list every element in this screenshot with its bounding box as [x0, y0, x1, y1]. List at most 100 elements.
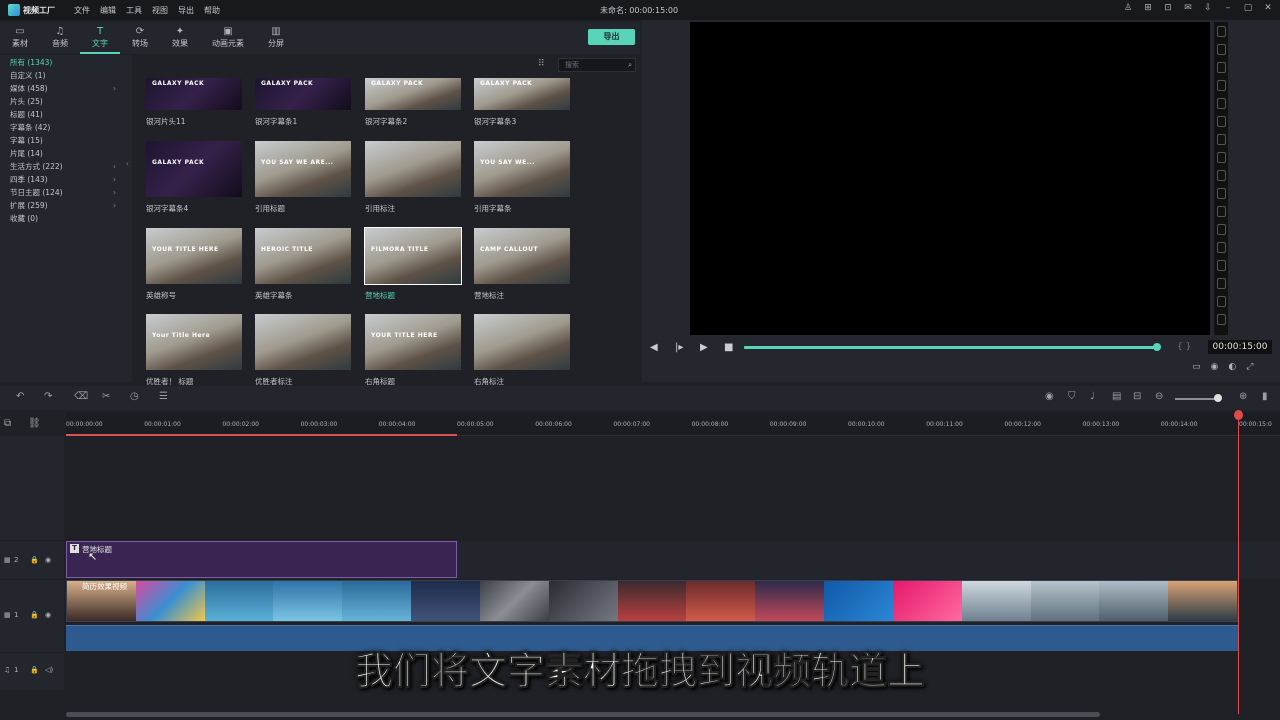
title-thumbnail[interactable]: GALAXY PACK [474, 78, 570, 110]
category-item[interactable]: 自定义 (1) [0, 69, 132, 82]
mail-icon[interactable]: ✉ [1182, 3, 1194, 16]
play-icon[interactable]: ▶ [700, 342, 708, 353]
category-item[interactable]: 媒体 (458) › [0, 82, 132, 95]
mic-icon[interactable]: ♩ [1090, 391, 1095, 402]
menu-view[interactable]: 视图 [152, 5, 168, 16]
stop-icon[interactable]: ■ [724, 342, 733, 353]
lock-icon[interactable]: 🔒 [30, 556, 39, 564]
title-thumbnail[interactable]: YOU SAY WE... [474, 141, 570, 197]
preview-progress-bar[interactable] [744, 346, 1158, 349]
category-item[interactable]: 生活方式 (222) › [0, 160, 132, 173]
category-item[interactable]: 字幕 (15) [0, 134, 132, 147]
thumbnail-label: 银河字幕条2 [365, 117, 408, 126]
menu-file[interactable]: 文件 [74, 5, 90, 16]
marker-icon[interactable]: ⛉ [1068, 391, 1076, 402]
title-clip[interactable]: T 营地标题 [66, 541, 457, 578]
close-icon[interactable]: ✕ [1262, 3, 1274, 16]
feedback-icon[interactable]: ⊡ [1162, 3, 1174, 16]
cart-icon[interactable]: ⊞ [1142, 3, 1154, 16]
fit-icon[interactable]: ⊟ [1133, 391, 1141, 402]
ruler-tick: 00:00:13:00 [1082, 421, 1120, 428]
title-thumbnail[interactable]: HEROIC TITLE [255, 228, 351, 284]
menu-edit[interactable]: 编辑 [100, 5, 116, 16]
progress-knob[interactable] [1153, 343, 1161, 351]
download-icon[interactable]: ⇩ [1202, 3, 1214, 16]
video-clip[interactable] [66, 580, 1238, 622]
redo-icon[interactable]: ↷ [44, 391, 52, 402]
title-thumbnail[interactable] [365, 141, 461, 197]
category-item[interactable]: 所有 (1343) [0, 56, 132, 69]
category-item[interactable]: 收藏 (0) [0, 212, 132, 225]
zoom-out-icon[interactable]: ⊖ [1155, 391, 1163, 402]
playhead-knob[interactable] [1234, 410, 1243, 420]
ruler-tick: 00:00:04:00 [378, 421, 416, 428]
category-item[interactable]: 片头 (25) [0, 95, 132, 108]
prev-frame-icon[interactable]: ◀ [650, 342, 658, 353]
tab-effects[interactable]: ✦ 效果 [160, 22, 200, 54]
elements-icon: ▣ [223, 26, 233, 37]
ruler-tick: 00:00:01:00 [144, 421, 181, 428]
preview-timecode: 00:00:15:00 [1208, 340, 1272, 354]
search-input[interactable]: 搜索 ⌕ [558, 58, 636, 72]
category-item[interactable]: 四季 (143) › [0, 173, 132, 186]
title-thumbnail[interactable]: YOUR TITLE HERE [146, 228, 242, 284]
export-button[interactable]: 导出 [588, 29, 635, 45]
title-thumbnail[interactable] [255, 314, 351, 370]
minimize-icon[interactable]: – [1222, 3, 1234, 16]
collapse-sidebar-icon[interactable]: ‹ [126, 160, 129, 168]
tab-transition[interactable]: ⟳ 转场 [120, 22, 160, 54]
search-icon[interactable]: ⌕ [628, 59, 632, 71]
tab-elements[interactable]: ▣ 动画元素 [200, 22, 256, 54]
tab-media[interactable]: ▭ 素材 [0, 22, 40, 54]
tab-audio[interactable]: ♫ 音频 [40, 22, 80, 54]
category-item[interactable]: 扩展 (259) › [0, 199, 132, 212]
more-icon[interactable]: ▮ [1262, 391, 1268, 402]
category-item[interactable]: 片尾 (14) [0, 147, 132, 160]
title-thumbnail[interactable]: Your Title Here [146, 314, 242, 370]
step-back-icon[interactable]: |▸ [675, 342, 683, 353]
preview-tools: ▭ ◉ ◐ ⤢ [1192, 362, 1253, 372]
category-item[interactable]: 字幕条 (42) [0, 121, 132, 134]
tab-split-screen[interactable]: ▥ 分屏 [256, 22, 296, 54]
grid-view-icon[interactable]: ⠿ [538, 59, 545, 69]
zoom-knob[interactable] [1214, 394, 1222, 402]
fullscreen-icon[interactable]: ⤢ [1246, 362, 1253, 372]
zoom-slider[interactable] [1175, 398, 1219, 400]
timeline-scrollbar[interactable] [66, 712, 1100, 717]
eye-icon[interactable]: ◉ [45, 611, 51, 619]
title-thumbnail[interactable]: GALAXY PACK [146, 78, 242, 110]
ruler-tick: 00:00:08:00 [691, 421, 729, 428]
speed-icon[interactable]: ◷ [130, 391, 139, 402]
maximize-icon[interactable]: ▢ [1242, 3, 1254, 16]
link-icon[interactable]: ⛓ [28, 418, 41, 429]
undo-icon[interactable]: ↶ [16, 391, 24, 402]
cut-icon[interactable]: ✂ [102, 391, 110, 402]
snapshot-icon[interactable]: ◉ [1211, 362, 1219, 372]
adjust-icon[interactable]: ☰ [159, 391, 168, 402]
menu-export[interactable]: 导出 [178, 5, 194, 16]
lock-icon[interactable]: 🔒 [30, 611, 39, 619]
monitor-icon[interactable]: ▭ [1192, 362, 1201, 372]
add-track-icon[interactable]: ⧉ [4, 418, 11, 429]
title-thumbnail[interactable] [474, 314, 570, 370]
mixer-icon[interactable]: ▤ [1112, 391, 1121, 402]
in-out-icon[interactable]: { } [1177, 342, 1191, 352]
zoom-in-icon[interactable]: ⊕ [1239, 391, 1247, 402]
volume-icon[interactable]: ◐ [1228, 362, 1236, 372]
title-thumbnail[interactable]: YOU SAY WE ARE... [255, 141, 351, 197]
menu-help[interactable]: 帮助 [204, 5, 220, 16]
render-icon[interactable]: ◉ [1045, 391, 1054, 402]
tab-text[interactable]: T 文字 [80, 22, 120, 54]
title-thumbnail[interactable]: CAMP CALLOUT [474, 228, 570, 284]
title-thumbnail[interactable]: GALAXY PACK [255, 78, 351, 110]
category-item[interactable]: 标题 (41) [0, 108, 132, 121]
title-thumbnail[interactable]: GALAXY PACK [365, 78, 461, 110]
user-icon[interactable]: ♙ [1122, 3, 1134, 16]
title-thumbnail[interactable]: GALAXY PACK [146, 141, 242, 197]
menu-tools[interactable]: 工具 [126, 5, 142, 16]
title-thumbnail[interactable]: FILMORA TITLE [364, 227, 462, 285]
eye-icon[interactable]: ◉ [45, 556, 51, 564]
title-thumbnail[interactable]: YOUR TITLE HERE [365, 314, 461, 370]
delete-icon[interactable]: ⌫ [74, 391, 88, 402]
category-item[interactable]: 节日主题 (124) › [0, 186, 132, 199]
